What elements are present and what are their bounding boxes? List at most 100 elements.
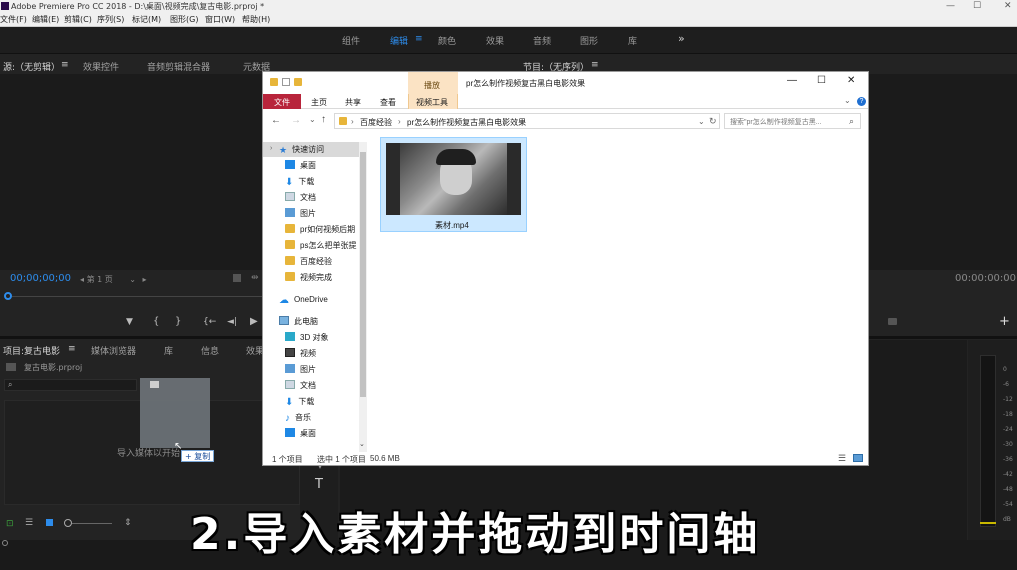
breadcrumb-baidu[interactable]: 百度经验 — [360, 117, 392, 128]
page-dropdown-icon[interactable]: ⌄ — [129, 275, 136, 284]
scroll-down-icon[interactable]: ⌄ — [359, 440, 365, 448]
explorer-minimize-button[interactable]: — — [787, 75, 797, 86]
zoom-slider-handle[interactable] — [64, 519, 72, 527]
menu-help[interactable]: 帮助(H) — [242, 13, 270, 27]
nav-folder-pr[interactable]: pr如何视频后期 — [285, 222, 355, 237]
nav-pc-documents[interactable]: 文档 — [285, 378, 316, 393]
page-next-icon[interactable]: ▸ — [143, 275, 147, 284]
export-frame-icon[interactable] — [888, 318, 897, 325]
nav-pc-desktop[interactable]: 桌面 — [285, 426, 316, 441]
scrollbar-thumb[interactable] — [360, 152, 366, 397]
ribbon-tab-share[interactable]: 共享 — [345, 97, 361, 108]
ribbon-tab-view[interactable]: 查看 — [380, 97, 396, 108]
tab-media-browser[interactable]: 媒体浏览器 — [91, 344, 136, 357]
menu-window[interactable]: 窗口(W) — [205, 13, 235, 27]
minimize-button[interactable]: — — [946, 0, 955, 13]
large-icons-view-icon[interactable] — [853, 454, 863, 462]
workspace-effects[interactable]: 效果 — [486, 34, 504, 47]
tab-project[interactable]: 项目:复古电影 — [3, 344, 60, 357]
refresh-icon[interactable]: ↻ — [709, 116, 717, 127]
nav-pc-downloads[interactable]: ⬇ 下载 — [285, 394, 314, 409]
file-item[interactable]: 素材.mp4 — [380, 137, 527, 232]
type-tool-icon[interactable]: T — [315, 477, 323, 492]
nav-3d-objects[interactable]: 3D 对象 — [285, 330, 328, 345]
project-panel-menu-icon[interactable]: ≡ — [68, 344, 76, 354]
ribbon-tab-video-tools[interactable]: 视频工具 — [416, 97, 448, 108]
settings-icon[interactable]: ⇹ — [251, 273, 259, 283]
nav-music[interactable]: ♪ 音乐 — [285, 410, 311, 425]
workspace-audio[interactable]: 音频 — [533, 34, 551, 47]
source-panel-menu-icon[interactable]: ≡ — [61, 60, 69, 70]
maximize-button[interactable]: ☐ — [973, 0, 981, 13]
nav-pictures[interactable]: 图片 — [285, 206, 316, 221]
nav-this-pc[interactable]: 此电脑 — [279, 314, 318, 329]
project-search-input[interactable]: ⌕ — [4, 379, 137, 391]
tab-libraries[interactable]: 库 — [164, 344, 173, 357]
lock-icon[interactable]: ⊡ — [6, 519, 14, 529]
nav-folder-baidu[interactable]: 百度经验 — [285, 254, 332, 269]
mark-in-button[interactable]: { — [153, 316, 159, 327]
nav-downloads[interactable]: ⬇ 下载 — [285, 174, 314, 189]
nav-videos[interactable]: 视频 — [285, 346, 316, 361]
properties-icon[interactable] — [282, 78, 290, 86]
menu-sequence[interactable]: 序列(S) — [97, 13, 124, 27]
list-view-icon[interactable]: ☰ — [25, 518, 33, 528]
details-view-icon[interactable]: ☰ — [838, 453, 846, 464]
go-to-in-button[interactable]: {← — [203, 317, 216, 327]
play-button[interactable]: ▶ — [250, 316, 258, 327]
back-button[interactable]: ← — [271, 115, 281, 126]
nav-quick-access[interactable]: ★ 快速访问 — [279, 142, 324, 157]
menu-marker[interactable]: 标记(M) — [132, 13, 161, 27]
new-folder-icon[interactable] — [294, 78, 302, 86]
export-frame-icon[interactable] — [233, 274, 241, 282]
explorer-maximize-button[interactable]: ☐ — [817, 75, 826, 86]
mark-out-button[interactable]: } — [175, 316, 181, 327]
workspace-menu-icon[interactable]: ≡ — [415, 34, 423, 44]
breadcrumb-current[interactable]: pr怎么制作视频复古黑白电影效果 — [407, 117, 526, 128]
ribbon-tab-file[interactable]: 文件 — [274, 97, 290, 108]
tab-info[interactable]: 信息 — [201, 344, 219, 357]
sort-icon[interactable]: ⇕ — [124, 518, 132, 528]
workspace-editing[interactable]: 编辑 — [390, 34, 408, 47]
nav-onedrive[interactable]: ☁ OneDrive — [279, 292, 328, 307]
program-panel-menu-icon[interactable]: ≡ — [591, 60, 599, 70]
tab-source[interactable]: 源:（无剪辑） — [3, 60, 60, 73]
explorer-close-button[interactable]: ✕ — [847, 75, 855, 86]
address-dropdown-icon[interactable]: ⌄ — [698, 117, 705, 126]
add-button[interactable]: + — [999, 314, 1010, 329]
workspace-more-button[interactable]: » — [678, 32, 685, 45]
ribbon-tab-home[interactable]: 主页 — [311, 97, 327, 108]
context-tab-play[interactable]: 播放 — [424, 80, 440, 91]
menu-edit[interactable]: 编辑(E) — [32, 13, 59, 27]
tab-audio-clip-mixer[interactable]: 音频剪辑混合器 — [147, 60, 210, 73]
step-back-button[interactable]: ◄| — [227, 317, 237, 327]
ribbon-expand-icon[interactable]: ⌄ — [844, 96, 851, 105]
source-page-select[interactable]: ◂ 第 1 页 ⌄ ▸ — [80, 274, 147, 285]
nav-pc-pictures[interactable]: 图片 — [285, 362, 316, 377]
source-scrub-bar[interactable] — [12, 296, 262, 297]
workspace-color[interactable]: 颜色 — [438, 34, 456, 47]
close-button[interactable]: ✕ — [1004, 0, 1012, 13]
workspace-libraries[interactable]: 库 — [628, 34, 637, 47]
workspace-assembly[interactable]: 组件 — [342, 34, 360, 47]
address-bar[interactable]: › 百度经验 › pr怎么制作视频复古黑白电影效果 ⌄ ↻ — [334, 113, 720, 129]
expand-icon[interactable]: › — [270, 145, 272, 152]
tab-effect-controls[interactable]: 效果控件 — [83, 60, 119, 73]
menu-clip[interactable]: 剪辑(C) — [64, 13, 92, 27]
recent-locations-icon[interactable]: ⌄ — [309, 115, 316, 124]
workspace-graphics[interactable]: 图形 — [580, 34, 598, 47]
search-icon[interactable]: ⌕ — [849, 116, 854, 127]
explorer-search-input[interactable]: 搜索"pr怎么制作视频复古黑... ⌕ — [724, 113, 861, 129]
nav-documents[interactable]: 文档 — [285, 190, 316, 205]
playhead-icon[interactable] — [4, 292, 12, 300]
nav-scrollbar[interactable]: ⌄ — [359, 142, 367, 452]
menu-graphics[interactable]: 图形(G) — [170, 13, 198, 27]
add-marker-icon[interactable]: ▼ — [126, 317, 133, 327]
menu-file[interactable]: 文件(F) — [0, 13, 27, 27]
up-button[interactable]: ↑ — [321, 114, 326, 125]
zoom-slider[interactable] — [72, 523, 112, 524]
forward-button[interactable]: → — [291, 115, 301, 126]
nav-folder-ps[interactable]: ps怎么把单张提 — [285, 238, 356, 253]
icon-view-icon[interactable] — [46, 519, 53, 526]
nav-folder-done[interactable]: 视频完成 — [285, 270, 332, 285]
